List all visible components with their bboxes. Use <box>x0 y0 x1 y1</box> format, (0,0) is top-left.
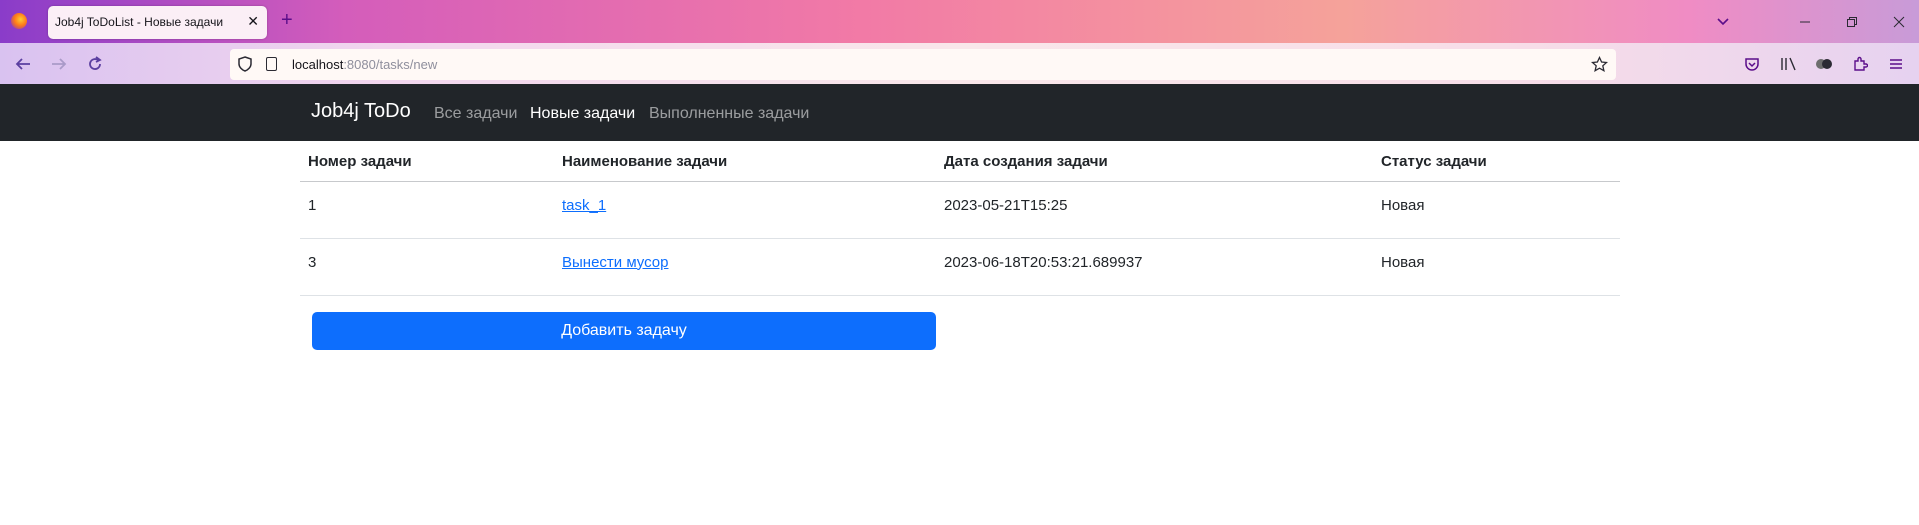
tab-title: Job4j ToDoList - Новые задачи <box>55 15 224 29</box>
forward-icon[interactable] <box>50 55 68 73</box>
close-window-icon[interactable] <box>1893 16 1905 28</box>
back-icon[interactable] <box>14 55 32 73</box>
task-created-cell: 2023-06-18T20:53:21.689937 <box>936 238 1373 296</box>
url-host: localhost <box>292 57 344 72</box>
task-name-link[interactable]: Вынести мусор <box>562 254 669 271</box>
menu-icon[interactable] <box>1888 56 1904 72</box>
table-row: 1 task_1 2023-05-21T15:25 Новая <box>300 181 1620 239</box>
header-task-name: Наименование задачи <box>554 141 936 182</box>
table-header-row: Номер задачи Наименование задачи Дата со… <box>300 141 1620 182</box>
new-tab-icon[interactable]: + <box>281 10 293 30</box>
extension-avatar-icon[interactable] <box>1815 56 1833 72</box>
header-task-number: Номер задачи <box>300 141 554 182</box>
table-row: 3 Вынести мусор 2023-06-18T20:53:21.6899… <box>300 238 1620 296</box>
firefox-icon <box>11 13 27 29</box>
tasks-table: Номер задачи Наименование задачи Дата со… <box>300 141 1620 296</box>
nav-done-tasks[interactable]: Выполненные задачи <box>649 105 809 123</box>
browser-tab-bar: Job4j ToDoList - Новые задачи ✕ + <box>0 0 1919 43</box>
task-created: 2023-06-18T20:53:21.689937 <box>944 253 1143 271</box>
url-text[interactable]: localhost:8080/tasks/new <box>292 57 437 72</box>
task-created-cell: 2023-05-21T15:25 <box>936 181 1373 239</box>
nav-all-tasks[interactable]: Все задачи <box>434 105 517 123</box>
task-created: 2023-05-21T15:25 <box>944 196 1068 214</box>
brand-logo[interactable]: Job4j ToDo <box>311 100 411 123</box>
task-id-cell: 1 <box>300 181 554 239</box>
bookmark-star-icon[interactable] <box>1591 56 1608 73</box>
chevron-down-icon[interactable] <box>1716 15 1730 29</box>
shield-icon[interactable] <box>238 56 252 72</box>
page-info-icon[interactable] <box>266 57 277 71</box>
header-task-created: Дата создания задачи <box>936 141 1373 182</box>
reload-icon[interactable] <box>86 55 104 73</box>
close-tab-icon[interactable]: ✕ <box>247 13 259 29</box>
task-name-link[interactable]: task_1 <box>562 197 606 214</box>
task-id-cell: 3 <box>300 238 554 296</box>
minimize-icon[interactable] <box>1799 16 1811 28</box>
task-status: Новая <box>1381 253 1425 271</box>
add-task-button[interactable]: Добавить задачу <box>312 312 936 350</box>
task-id: 3 <box>308 253 317 271</box>
task-status-cell: Новая <box>1373 238 1620 296</box>
browser-tab[interactable]: Job4j ToDoList - Новые задачи ✕ <box>48 6 267 39</box>
site-navbar: Job4j ToDo Все задачи Новые задачи Выпол… <box>0 84 1919 141</box>
task-status: Новая <box>1381 196 1425 214</box>
url-bar[interactable]: localhost:8080/tasks/new <box>230 49 1616 80</box>
nav-new-tasks[interactable]: Новые задачи <box>530 105 635 123</box>
task-id: 1 <box>308 196 317 214</box>
extensions-puzzle-icon[interactable] <box>1852 56 1868 72</box>
pocket-icon[interactable] <box>1744 56 1760 72</box>
task-name-cell: Вынести мусор <box>554 238 936 296</box>
url-path: :8080/tasks/new <box>343 57 438 72</box>
task-status-cell: Новая <box>1373 181 1620 239</box>
restore-icon[interactable] <box>1846 16 1858 28</box>
task-name-cell: task_1 <box>554 181 936 239</box>
library-icon[interactable] <box>1780 56 1798 72</box>
header-task-status: Статус задачи <box>1373 141 1620 182</box>
